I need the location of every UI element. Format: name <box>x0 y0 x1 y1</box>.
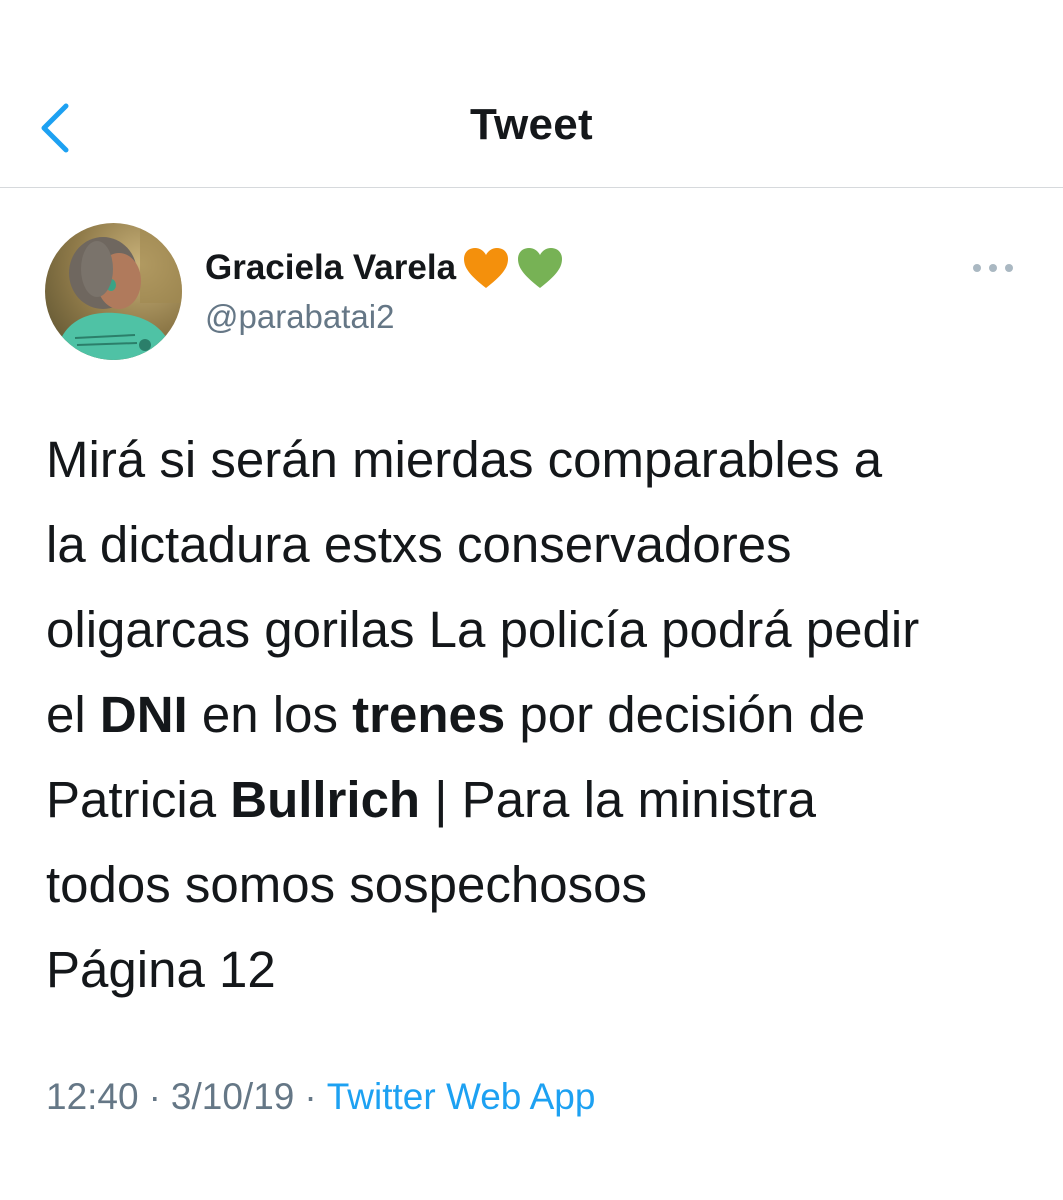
tweet-date: 3/10/19 <box>170 1076 295 1117</box>
tweet-text-line: la dictadura estxs conservadores <box>46 502 1046 587</box>
tweet-source-link[interactable]: Twitter Web App <box>327 1076 596 1117</box>
meta-separator: · <box>148 1076 161 1117</box>
tweet-text-line: todos somos sospechosos <box>46 842 1046 927</box>
green-heart-icon <box>516 246 564 290</box>
tweet-text-line: oligarcas gorilas La policía podrá pedir <box>46 587 1046 672</box>
tweet-text: Mirá si serán mierdas comparables a la di… <box>46 417 1046 1012</box>
page-title: Tweet <box>470 100 593 149</box>
avatar-photo <box>45 223 182 360</box>
tweet-text-segment: en los <box>187 686 353 743</box>
tweet-text-segment: la dictadura estxs conservadores <box>46 516 792 573</box>
tweet-text-segment: | Para la ministra <box>420 771 816 828</box>
tweet-bold-term: Bullrich <box>230 771 421 828</box>
avatar[interactable] <box>45 223 182 360</box>
meta-separator: · <box>304 1076 317 1117</box>
author-block: Graciela Varela @parabatai2 <box>205 244 564 336</box>
tweet-text-segment: Mirá si serán mierdas comparables a <box>46 431 883 488</box>
tweet-text-segment: por decisión de <box>505 686 866 743</box>
orange-heart-icon <box>462 246 510 290</box>
tweet-text-segment: todos somos sospechosos <box>46 856 647 913</box>
tweet-text-segment: el <box>46 686 100 743</box>
more-dots-icon <box>973 264 1013 272</box>
tweet-text-segment: Página 12 <box>46 941 276 998</box>
tweet-time: 12:40 <box>46 1076 139 1117</box>
user-handle[interactable]: @parabatai2 <box>205 298 564 336</box>
tweet-text-segment: oligarcas gorilas La policía podrá pedir <box>46 601 920 658</box>
more-options-button[interactable] <box>968 255 1018 281</box>
tweet-text-line: Página 12 <box>46 927 1046 1012</box>
tweet-meta: 12:40 · 3/10/19 · Twitter Web App <box>46 1076 595 1118</box>
navigation-bar: Tweet <box>0 0 1063 188</box>
tweet-bold-term: DNI <box>99 686 188 743</box>
tweet-text-line: Patricia Bullrich | Para la ministra <box>46 757 1046 842</box>
display-name[interactable]: Graciela Varela <box>205 248 456 288</box>
display-name-row: Graciela Varela <box>205 244 564 292</box>
tweet-text-segment: Patricia <box>46 771 231 828</box>
tweet-text-line: el DNI en los trenes por decisión de <box>46 672 1046 757</box>
tweet-bold-term: trenes <box>352 686 506 743</box>
tweet-text-line: Mirá si serán mierdas comparables a <box>46 417 1046 502</box>
